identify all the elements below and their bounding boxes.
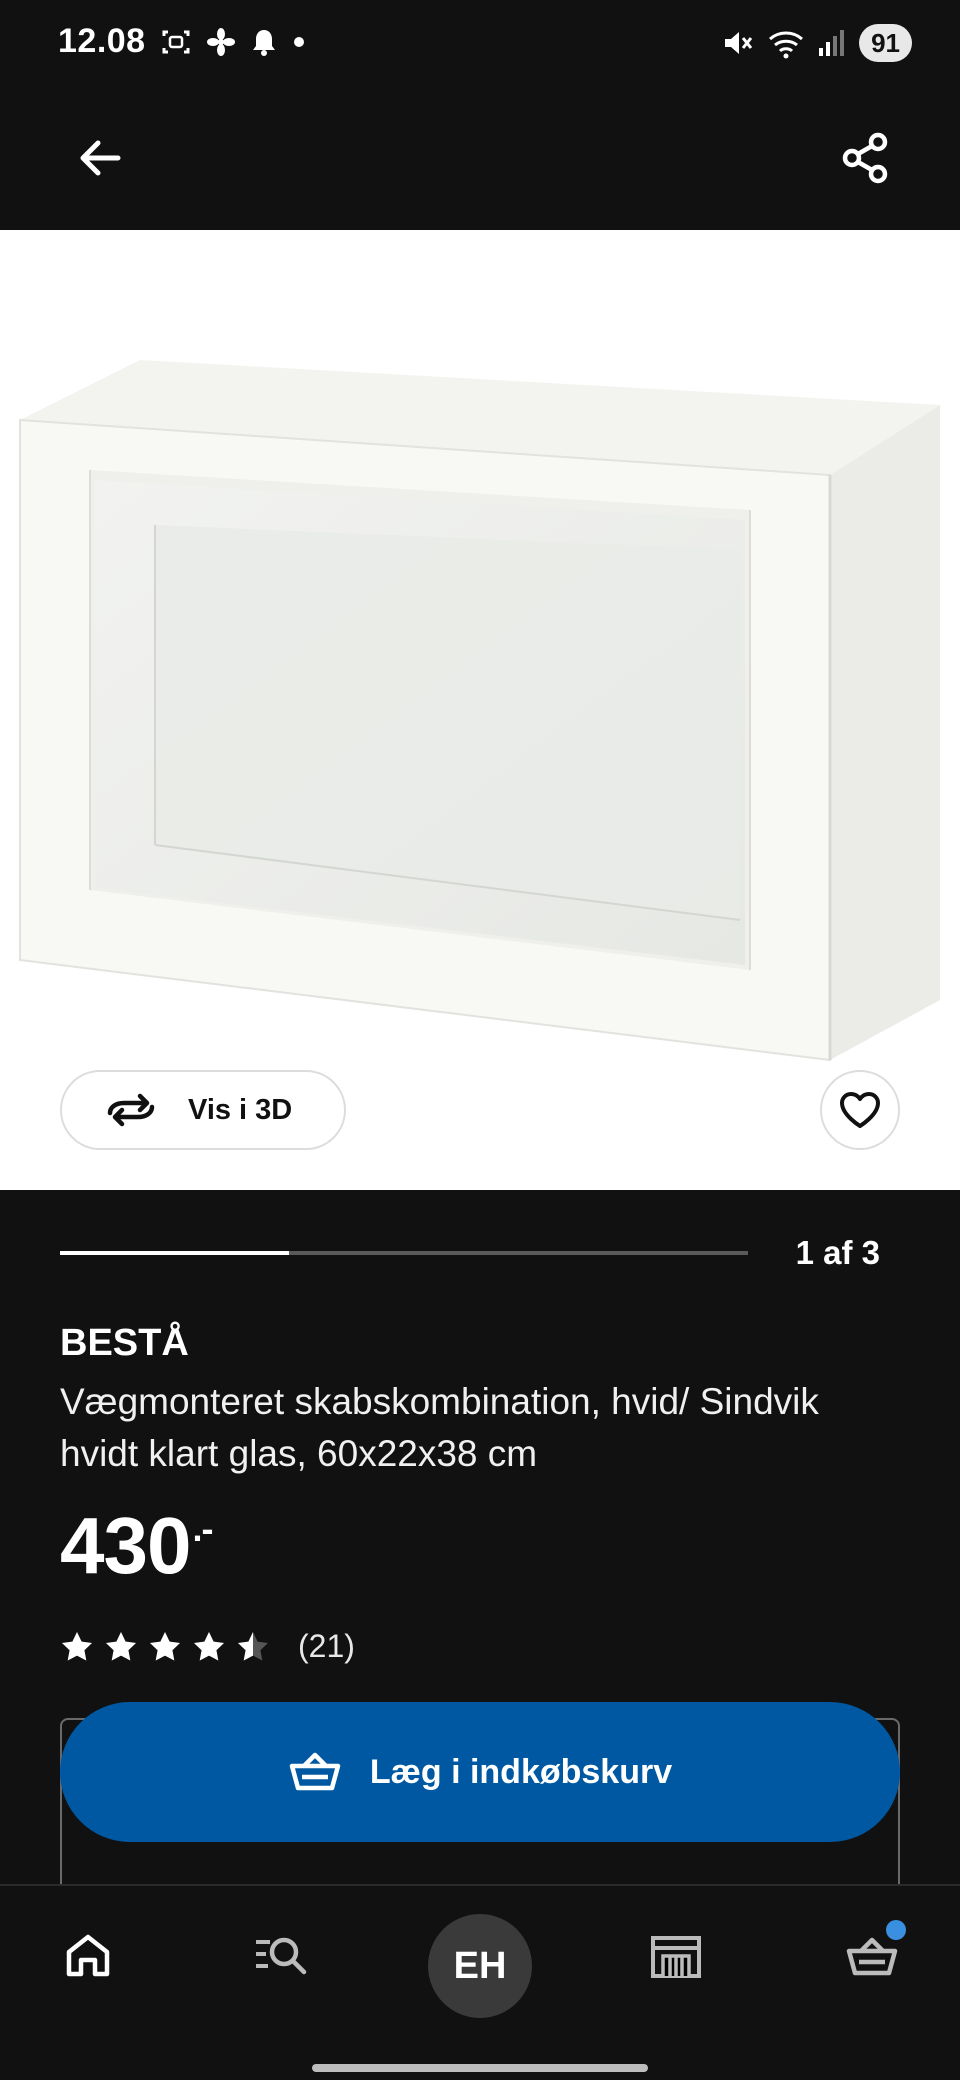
- star-icon: [150, 1632, 180, 1661]
- price-value: 430: [60, 1501, 191, 1590]
- carousel-page-indicator: 1 af 3: [795, 1234, 880, 1271]
- heart-icon: [840, 1092, 880, 1128]
- star-icon: [62, 1632, 92, 1661]
- cart-badge: [886, 1920, 906, 1940]
- nav-cart[interactable]: [832, 1916, 912, 1996]
- carousel-progress: [60, 1251, 748, 1255]
- back-button[interactable]: [70, 128, 130, 188]
- status-bar: 12.08 91: [0, 0, 960, 92]
- product-price: 430.-: [60, 1500, 213, 1592]
- dot-icon: [294, 37, 304, 47]
- share-icon: [842, 132, 888, 184]
- product-name: BESTÅ: [60, 1322, 189, 1364]
- status-icons-right: 91: [721, 24, 912, 62]
- nav-search[interactable]: [242, 1916, 322, 1996]
- view-3d-label: Vis i 3D: [188, 1093, 293, 1126]
- store-icon: [651, 1936, 701, 1978]
- review-count: (21): [298, 1628, 355, 1664]
- star-icon: [106, 1632, 136, 1661]
- add-to-cart-button[interactable]: Læg i indkøbskurv: [60, 1702, 900, 1842]
- status-time: 12.08: [58, 22, 146, 60]
- nav-store[interactable]: [636, 1916, 716, 1996]
- rotate-3d-icon: [107, 1093, 155, 1127]
- bell-icon: [253, 30, 275, 56]
- star-icon: [194, 1632, 224, 1661]
- battery-level: 91: [859, 24, 912, 62]
- top-app-bar: [0, 92, 960, 230]
- basket-icon: [289, 1752, 341, 1791]
- home-icon: [66, 1934, 110, 1977]
- status-icons-left: [160, 26, 306, 58]
- product-image-area[interactable]: Vis i 3D: [0, 230, 960, 1190]
- bottom-navigation: EH: [0, 1884, 960, 2080]
- mute-icon: [725, 32, 753, 54]
- wifi-icon: [769, 31, 804, 59]
- add-to-cart-label: Læg i indkøbskurv: [369, 1752, 673, 1791]
- carousel-progress-fill: [60, 1251, 290, 1255]
- star-icon: [238, 1632, 268, 1661]
- fan-icon: [207, 28, 235, 56]
- signal-icon: [819, 30, 845, 56]
- favorite-button[interactable]: [820, 1070, 900, 1150]
- arrow-left-icon: [80, 140, 121, 176]
- screenshot-icon: [162, 30, 190, 54]
- nav-home[interactable]: [48, 1916, 128, 1996]
- price-suffix: .-: [192, 1508, 213, 1549]
- search-list-icon: [256, 1937, 307, 1975]
- nav-profile-avatar[interactable]: EH: [428, 1914, 532, 2018]
- product-description: Vægmonteret skabskombination, hvid/ Sind…: [60, 1381, 819, 1474]
- product-rating[interactable]: (21): [60, 1628, 355, 1665]
- product-image: [19, 360, 940, 1062]
- view-3d-button[interactable]: Vis i 3D: [60, 1070, 346, 1150]
- share-button[interactable]: [836, 128, 896, 188]
- home-indicator[interactable]: [312, 2064, 648, 2072]
- rating-stars: [60, 1630, 270, 1663]
- basket-icon: [846, 1937, 898, 1976]
